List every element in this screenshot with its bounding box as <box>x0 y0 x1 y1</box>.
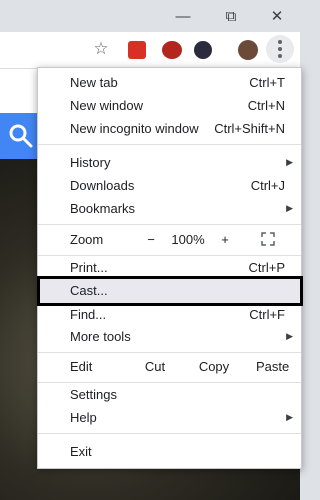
extension-k-icon[interactable] <box>194 41 212 59</box>
chevron-right-icon: ▶ <box>286 157 293 167</box>
cast-selection-outline <box>37 276 303 306</box>
divider <box>38 144 301 145</box>
menu-item-settings[interactable]: Settings <box>38 383 301 406</box>
divider <box>38 224 301 225</box>
menu-item-exit[interactable]: Exit <box>38 440 301 463</box>
chevron-right-icon: ▶ <box>286 331 293 341</box>
extension-book-icon[interactable] <box>128 41 146 59</box>
menu-item-downloads[interactable]: Downloads Ctrl+J <box>38 174 301 197</box>
close-icon: ✕ <box>270 8 284 25</box>
minimize-icon: — <box>175 7 191 25</box>
copy-button[interactable]: Copy <box>198 355 230 378</box>
menu-item-bookmarks[interactable]: Bookmarks ▶ <box>38 197 301 220</box>
restore-button[interactable]: ⧉ <box>208 0 254 32</box>
chrome-main-menu: New tab Ctrl+T New window Ctrl+N New inc… <box>37 67 303 469</box>
divider <box>38 433 301 434</box>
toolbar: ☆ <box>0 32 300 69</box>
menu-item-zoom: Zoom − 100% + <box>38 228 301 251</box>
menu-item-new-incognito[interactable]: New incognito window Ctrl+Shift+N <box>38 117 301 140</box>
search-icon[interactable] <box>8 123 34 149</box>
title-bar: — ⧉ ✕ <box>0 0 300 32</box>
zoom-out-button[interactable]: − <box>144 228 158 251</box>
close-button[interactable]: ✕ <box>254 0 300 32</box>
menu-item-new-tab[interactable]: New tab Ctrl+T <box>38 71 301 94</box>
chevron-right-icon: ▶ <box>286 203 293 213</box>
menu-item-find[interactable]: Find... Ctrl+F <box>38 303 301 326</box>
menu-item-help[interactable]: Help ▶ <box>38 406 301 429</box>
zoom-level: 100% <box>171 232 205 247</box>
star-icon: ☆ <box>93 39 109 58</box>
menu-item-more-tools[interactable]: More tools ▶ <box>38 325 301 348</box>
minimize-button[interactable]: — <box>160 0 206 32</box>
avatar[interactable] <box>238 40 258 60</box>
extension-yab-icon[interactable] <box>162 41 182 59</box>
fullscreen-icon[interactable] <box>261 232 275 246</box>
menu-kebab-icon[interactable] <box>266 35 294 63</box>
cut-button[interactable]: Cut <box>144 355 166 378</box>
bookmark-star-button[interactable]: ☆ <box>90 38 112 60</box>
chevron-right-icon: ▶ <box>286 412 293 422</box>
divider <box>38 352 301 353</box>
paste-button[interactable]: Paste <box>256 355 289 378</box>
menu-item-new-window[interactable]: New window Ctrl+N <box>38 94 301 117</box>
zoom-in-button[interactable]: + <box>218 228 232 251</box>
restore-icon: ⧉ <box>225 7 237 25</box>
menu-item-history[interactable]: History ▶ <box>38 151 301 174</box>
menu-item-edit: Edit Cut Copy Paste <box>38 355 301 378</box>
